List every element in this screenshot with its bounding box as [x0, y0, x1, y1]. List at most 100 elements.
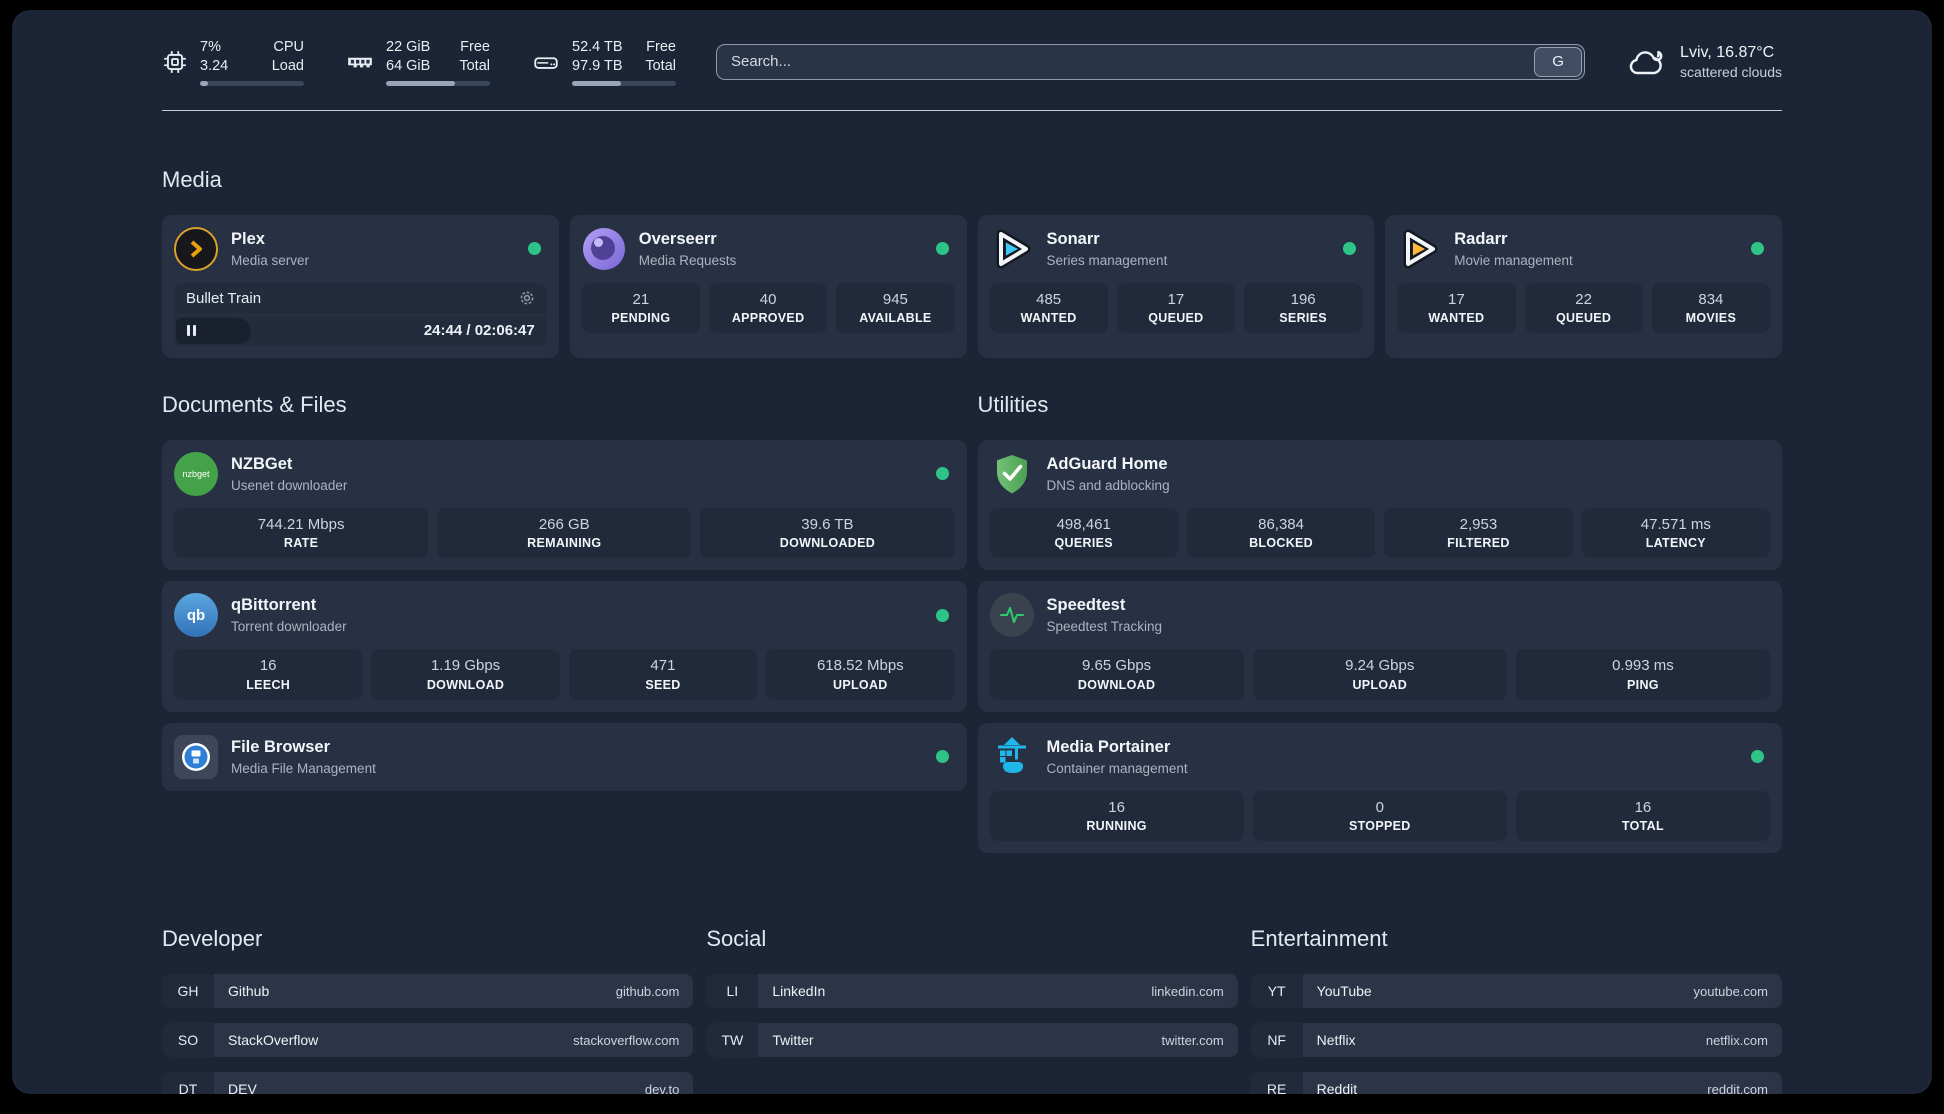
section-title-utilities: Utilities — [977, 391, 1049, 417]
now-playing-title: Bullet Train — [186, 289, 262, 307]
bookmark-url: dev.to — [644, 1081, 680, 1094]
app-subtitle: Speedtest Tracking — [1046, 619, 1163, 635]
app-subtitle: Container management — [1046, 760, 1188, 776]
app-card-speedtest[interactable]: Speedtest Speedtest Tracking 9.65 Gbps D… — [977, 581, 1782, 712]
disk-progress-bar — [572, 80, 676, 86]
status-dot-online — [935, 467, 949, 481]
bookmark-group-title: Developer — [162, 926, 263, 952]
stat-filtered: 2,953 FILTERED — [1384, 507, 1573, 559]
status-dot-online — [1751, 750, 1764, 764]
bookmark-name: Reddit — [1316, 1081, 1358, 1094]
stat-ping: 0.993 ms PING — [1515, 649, 1771, 700]
app-subtitle: Media server — [231, 252, 310, 268]
disk-free-value: 52.4 TB — [572, 39, 623, 55]
bookmark-linkedin[interactable]: LI LinkedIn linkedin.com — [706, 974, 1238, 1009]
gear-icon[interactable] — [519, 290, 535, 306]
app-card-filebrowser[interactable]: File Browser Media File Management — [162, 722, 967, 791]
stat-series: 196 SERIES — [1244, 282, 1363, 334]
ram-total-value: 64 GiB — [386, 57, 431, 74]
cloud-icon — [1625, 44, 1667, 80]
stat-queued: 22 QUEUED — [1524, 282, 1643, 334]
app-subtitle: Series management — [1046, 252, 1168, 268]
disk-stat: 52.4 TB Free 97.9 TB Total — [532, 38, 676, 86]
stat-approved: 40 APPROVED — [709, 282, 828, 334]
bookmark-youtube[interactable]: YT YouTube youtube.com — [1250, 974, 1782, 1009]
app-name: Radarr — [1454, 229, 1508, 248]
stat-upload: 618.52 Mbps UPLOAD — [766, 649, 955, 700]
app-subtitle: Media File Management — [231, 760, 376, 776]
app-card-overseerr[interactable]: Overseerr Media Requests 21 PENDING 40 A… — [569, 214, 967, 358]
bookmark-group-social: Social LI LinkedIn linkedin.com TW Twitt… — [706, 926, 1238, 1094]
bookmark-tag: SO — [162, 1023, 214, 1058]
bookmark-name: StackOverflow — [228, 1032, 319, 1049]
ram-progress-fill — [386, 80, 455, 86]
bookmark-url: stackoverflow.com — [573, 1032, 680, 1048]
ram-free-label: Free — [460, 39, 490, 55]
stat-movies: 834 MOVIES — [1651, 282, 1770, 334]
bookmark-netflix[interactable]: NF Netflix netflix.com — [1250, 1023, 1782, 1058]
app-card-adguard[interactable]: AdGuard Home DNS and adblocking 498,461 … — [977, 439, 1782, 571]
nzbget-icon: nzbget — [174, 451, 218, 496]
app-name: Speedtest — [1046, 596, 1126, 615]
search-input[interactable] — [719, 53, 1535, 71]
plex-icon — [174, 226, 218, 271]
header-divider — [162, 109, 1782, 111]
bookmark-tag: DT — [162, 1072, 214, 1094]
stat-downloaded: 39.6 TB DOWNLOADED — [700, 507, 955, 559]
cpu-icon — [162, 49, 188, 75]
portainer-icon — [990, 735, 1034, 779]
stat-pending: 21 PENDING — [581, 282, 700, 334]
cpu-usage-value: 7% — [200, 39, 221, 55]
bookmark-stackoverflow[interactable]: SO StackOverflow stackoverflow.com — [162, 1023, 694, 1058]
status-dot-online — [935, 242, 949, 256]
bookmark-group-title: Entertainment — [1250, 926, 1388, 952]
cpu-stat: 7% CPU 3.24 Load — [162, 38, 304, 86]
stat-download: 1.19 Gbps DOWNLOAD — [371, 649, 560, 700]
disk-total-label: Total — [645, 57, 676, 74]
section-title-media: Media — [162, 166, 222, 192]
bookmark-group-developer: Developer GH Github github.com SO StackO… — [162, 926, 694, 1094]
header: 7% CPU 3.24 Load 22 GiB Free 64 GiB Tota… — [162, 10, 1782, 86]
app-card-radarr[interactable]: Radarr Movie management 17 WANTED 22 QUE… — [1385, 214, 1782, 358]
overseerr-icon — [582, 227, 626, 271]
search-provider-button[interactable]: G — [1534, 46, 1583, 77]
bookmark-twitter[interactable]: TW Twitter twitter.com — [706, 1023, 1238, 1058]
stat-blocked: 86,384 BLOCKED — [1186, 507, 1376, 559]
playback-progress-fill — [176, 317, 251, 344]
status-dot-online — [1751, 242, 1764, 256]
bookmark-name: Netflix — [1316, 1032, 1356, 1049]
status-dot-online — [935, 608, 949, 622]
bookmark-dev[interactable]: DT DEV dev.to — [162, 1072, 694, 1094]
app-card-qbittorrent[interactable]: qb qBittorrent Torrent downloader 16 LEE… — [162, 581, 967, 712]
bookmark-name: DEV — [228, 1081, 257, 1094]
app-card-nzbget[interactable]: nzbget NZBGet Usenet downloader 744.21 M… — [162, 439, 967, 571]
speedtest-icon — [989, 593, 1034, 638]
app-name: Media Portainer — [1046, 737, 1171, 756]
bookmark-reddit[interactable]: RE Reddit reddit.com — [1250, 1072, 1782, 1094]
section-documents: Documents & Files nzbget NZBGet Usenet d… — [162, 392, 967, 802]
bookmark-tag: LI — [706, 974, 759, 1009]
stat-wanted: 485 WANTED — [989, 282, 1108, 334]
ram-total-label: Total — [459, 57, 490, 74]
disk-progress-fill — [572, 80, 621, 86]
app-subtitle: Movie management — [1454, 252, 1573, 268]
stat-remaining: 266 GB REMAINING — [437, 507, 692, 559]
bookmark-url: youtube.com — [1693, 983, 1768, 999]
pause-icon[interactable] — [187, 325, 196, 337]
stat-running: 16 RUNNING — [989, 790, 1244, 842]
sonarr-icon — [990, 227, 1034, 271]
bookmark-name: Twitter — [772, 1032, 814, 1049]
stat-wanted: 17 WANTED — [1397, 282, 1516, 334]
bookmark-tag: YT — [1250, 974, 1303, 1009]
app-card-sonarr[interactable]: Sonarr Series management 485 WANTED 17 Q… — [977, 214, 1375, 358]
section-media: Media Plex Media server Bullet Train 24:… — [162, 167, 1782, 358]
filebrowser-icon — [174, 734, 218, 779]
ram-free-value: 22 GiB — [386, 39, 431, 55]
bookmark-url: reddit.com — [1707, 1081, 1768, 1094]
app-card-portainer[interactable]: Media Portainer Container management 16 … — [977, 722, 1782, 854]
app-card-plex[interactable]: Plex Media server Bullet Train 24:44 / 0… — [162, 214, 559, 358]
disk-icon — [532, 49, 560, 75]
playback-progress-bar[interactable]: 24:44 / 02:06:47 — [174, 315, 547, 346]
ram-icon — [346, 49, 374, 75]
bookmark-github[interactable]: GH Github github.com — [162, 974, 694, 1009]
